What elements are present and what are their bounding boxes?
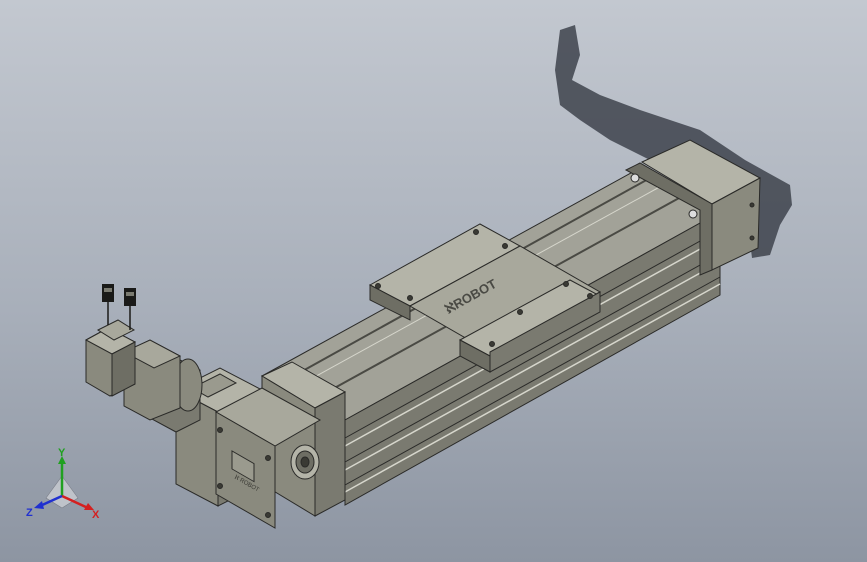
z-axis-label: Z [26,507,33,518]
cad-viewport[interactable]: ℵROBOT ℵ ROBOT [0,0,867,562]
coupling-cylinder[interactable] [122,339,203,433]
servo-motor[interactable] [84,319,137,397]
y-axis-label: Y [58,448,66,459]
cable-connectors[interactable] [102,284,136,306]
z-axis-arrow [34,501,44,509]
orientation-triad[interactable]: Y X Z [26,448,106,518]
x-axis-label: X [92,509,100,518]
